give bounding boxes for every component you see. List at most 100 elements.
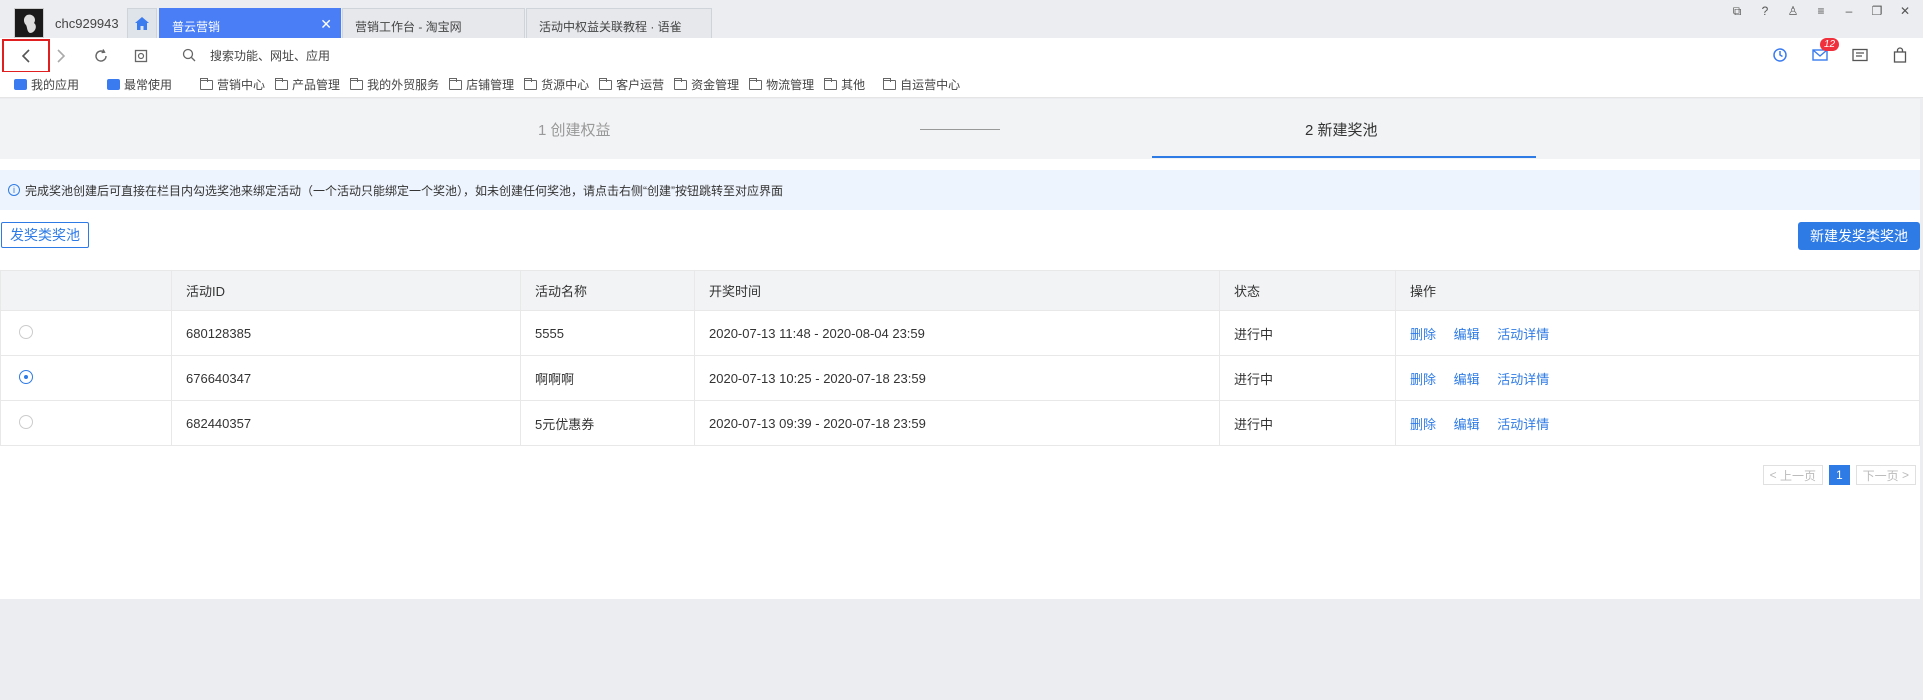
pool-type-button[interactable]: 发奖类奖池	[1, 222, 89, 248]
pagination: < 上一页 1 下一页 >	[1762, 465, 1916, 485]
table-header-row: 活动ID 活动名称 开奖时间 状态 操作	[0, 270, 1920, 311]
window-controls: ⧉ ? ♙ ≡ – ❐ ✕	[1729, 3, 1913, 19]
timer-icon[interactable]	[1771, 46, 1789, 64]
nav-bar: 12	[0, 38, 1923, 73]
bookmark-logistics[interactable]: 物流管理	[749, 76, 814, 93]
refresh-button[interactable]	[88, 43, 114, 69]
delete-link[interactable]: 删除	[1410, 327, 1436, 342]
bookmark-customer-ops[interactable]: 客户运营	[599, 76, 664, 93]
folder-icon	[599, 77, 613, 90]
table-row: 676640347 啊啊啊 2020-07-13 10:25 - 2020-07…	[0, 355, 1920, 401]
col-actions: 操作	[1395, 270, 1920, 311]
search-input[interactable]	[210, 46, 610, 66]
next-page-button[interactable]: 下一页 >	[1855, 465, 1916, 485]
tab-label: 营销工作台 - 淘宝网	[355, 20, 462, 34]
col-status: 状态	[1219, 270, 1396, 311]
details-link[interactable]: 活动详情	[1497, 327, 1549, 342]
info-banner: i 完成奖池创建后可直接在栏目内勾选奖池来绑定活动（一个活动只能绑定一个奖池），…	[0, 170, 1920, 210]
mail-badge: 12	[1820, 38, 1840, 51]
folder-icon	[883, 77, 897, 90]
close-window-icon[interactable]: ✕	[1897, 3, 1913, 19]
edit-link[interactable]: 编辑	[1454, 372, 1480, 387]
close-icon[interactable]: ✕	[320, 16, 332, 33]
details-link[interactable]: 活动详情	[1497, 417, 1549, 432]
folder-icon	[674, 77, 688, 90]
draw-time: 2020-07-13 11:48 - 2020-08-04 23:59	[694, 310, 1220, 356]
col-activity-name: 活动名称	[520, 270, 695, 311]
bookmark-my-apps[interactable]: 我的应用	[14, 76, 79, 93]
info-text: 完成奖池创建后可直接在栏目内勾选奖池来绑定活动（一个活动只能绑定一个奖池），如未…	[25, 183, 783, 198]
card-icon[interactable]	[1851, 46, 1869, 64]
avatar[interactable]	[14, 8, 44, 38]
bookmark-frequent[interactable]: 最常使用	[107, 76, 172, 93]
edit-link[interactable]: 编辑	[1454, 327, 1480, 342]
minimize-icon[interactable]: –	[1841, 3, 1857, 19]
help-icon[interactable]: ?	[1757, 3, 1773, 19]
briefcase-icon	[107, 79, 121, 90]
menu-icon[interactable]: ≡	[1813, 3, 1829, 19]
username: chc929943	[55, 16, 119, 31]
bookmark-funds[interactable]: 资金管理	[674, 76, 739, 93]
tab-label: 普云营销	[172, 20, 221, 34]
step-new-pool[interactable]: 2 新建奖池	[1305, 119, 1378, 140]
activity-name: 啊啊啊	[520, 355, 695, 401]
folder-icon	[524, 77, 538, 90]
bookmark-sourcing[interactable]: 货源中心	[524, 76, 589, 93]
bookmark-self-ops[interactable]: 自运营中心	[883, 76, 960, 93]
tab-marketing-workbench[interactable]: 营销工作台 - 淘宝网	[342, 8, 525, 38]
row-radio[interactable]	[19, 414, 33, 429]
bookmark-foreign-trade[interactable]: 我的外贸服务	[350, 76, 439, 93]
active-step-indicator	[1152, 156, 1536, 158]
delete-link[interactable]: 删除	[1410, 372, 1436, 387]
page-1-button[interactable]: 1	[1828, 465, 1850, 485]
home-tab[interactable]	[127, 8, 157, 38]
activity-name: 5555	[520, 310, 695, 356]
activity-id: 682440357	[171, 400, 521, 446]
new-pool-button[interactable]: 新建发奖类奖池	[1798, 222, 1920, 250]
step-divider	[920, 129, 1000, 130]
back-button[interactable]	[2, 39, 50, 73]
info-icon: i	[8, 184, 20, 196]
row-radio[interactable]	[19, 369, 33, 384]
folder-icon	[275, 77, 289, 90]
delete-link[interactable]: 删除	[1410, 417, 1436, 432]
draw-time: 2020-07-13 09:39 - 2020-07-18 23:59	[694, 400, 1220, 446]
copy-icon[interactable]: ⧉	[1729, 3, 1745, 19]
briefcase-icon	[14, 79, 27, 90]
prev-page-button[interactable]: < 上一页	[1762, 465, 1823, 485]
row-radio[interactable]	[19, 324, 33, 339]
tab-tutorial[interactable]: 活动中权益关联教程 · 语雀	[526, 8, 712, 38]
activity-name: 5元优惠券	[520, 400, 695, 446]
chevron-right-icon: >	[1898, 468, 1909, 482]
tab-puyun-marketing[interactable]: 普云营销 ✕	[159, 8, 341, 38]
edit-link[interactable]: 编辑	[1454, 417, 1480, 432]
col-select	[0, 270, 172, 311]
toolbar-right-icons: 12	[1771, 38, 1909, 64]
bookmark-marketing-center[interactable]: 营销中心	[200, 76, 265, 93]
details-link[interactable]: 活动详情	[1497, 372, 1549, 387]
tab-label: 活动中权益关联教程 · 语雀	[539, 20, 682, 34]
table-row: 682440357 5元优惠券 2020-07-13 09:39 - 2020-…	[0, 400, 1920, 446]
restore-icon[interactable]: ❐	[1869, 3, 1885, 19]
screenshot-button[interactable]	[128, 43, 154, 69]
forward-button[interactable]	[48, 43, 74, 69]
search-icon	[182, 48, 198, 64]
step-create-benefit[interactable]: 1 创建权益	[538, 119, 611, 140]
status: 进行中	[1219, 400, 1396, 446]
bookmark-product-management[interactable]: 产品管理	[275, 76, 340, 93]
activity-id: 676640347	[171, 355, 521, 401]
mail-icon[interactable]: 12	[1811, 38, 1840, 64]
status: 进行中	[1219, 310, 1396, 356]
draw-time: 2020-07-13 10:25 - 2020-07-18 23:59	[694, 355, 1220, 401]
chevron-left-icon	[21, 49, 30, 63]
folder-icon	[200, 77, 214, 90]
bookmark-bar: 我的应用 最常使用 营销中心 产品管理 我的外贸服务 店铺管理 货源中心 客户运…	[0, 72, 1923, 98]
shirt-icon[interactable]: ♙	[1785, 3, 1801, 19]
home-icon	[135, 17, 149, 30]
activity-table: 活动ID 活动名称 开奖时间 状态 操作 680128385 5555 2020…	[0, 270, 1920, 446]
bookmark-other[interactable]: 其他	[824, 76, 865, 93]
bag-icon[interactable]	[1891, 46, 1909, 64]
folder-icon	[350, 77, 364, 90]
refresh-icon	[95, 49, 107, 62]
bookmark-store-management[interactable]: 店铺管理	[449, 76, 514, 93]
